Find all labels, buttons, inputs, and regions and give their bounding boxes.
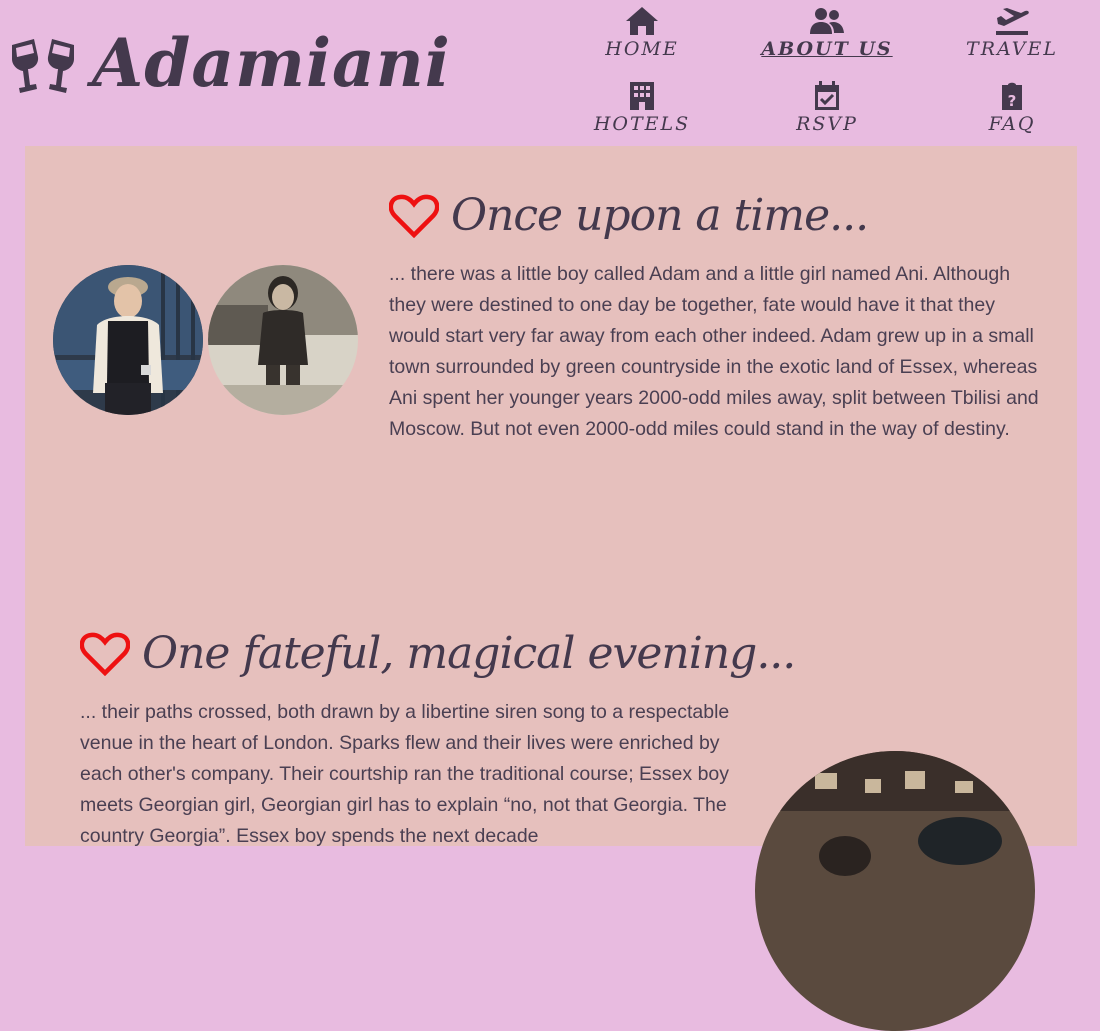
nav-faq[interactable]: ? FAQ bbox=[920, 81, 1100, 135]
nav-about-us-label: ABOUT US bbox=[761, 38, 893, 60]
heart-icon bbox=[389, 194, 439, 238]
heart-icon bbox=[80, 632, 130, 676]
section-title-text: Once upon a time... bbox=[451, 190, 869, 241]
main-nav: HOME ABOUT US TRAVEL HOTELS RSVP ? FAQ bbox=[550, 0, 1100, 146]
nav-about-us[interactable]: ABOUT US bbox=[735, 6, 919, 60]
section-title-text: One fateful, magical evening... bbox=[142, 628, 796, 679]
nav-rsvp-label: RSVP bbox=[796, 113, 858, 135]
nav-hotels[interactable]: HOTELS bbox=[550, 81, 734, 135]
calendar-check-icon bbox=[815, 81, 839, 110]
plane-departure-icon bbox=[996, 8, 1029, 35]
svg-text:?: ? bbox=[1008, 92, 1017, 110]
nav-home[interactable]: HOME bbox=[550, 6, 734, 60]
photo-young-adam bbox=[53, 265, 203, 415]
site-header: Adamiani HOME ABOUT US TRAVEL HOTELS RSV… bbox=[0, 0, 1100, 146]
section-fateful-evening-body: ... their paths crossed, both drawn by a… bbox=[80, 701, 730, 847]
nav-rsvp[interactable]: RSVP bbox=[735, 81, 919, 135]
users-icon bbox=[810, 8, 844, 34]
clipboard-question-icon: ? bbox=[1002, 82, 1022, 110]
nav-faq-label: FAQ bbox=[988, 113, 1036, 135]
brand[interactable]: Adamiani bbox=[8, 30, 451, 96]
wine-glasses-icon bbox=[12, 39, 74, 93]
nav-travel[interactable]: TRAVEL bbox=[920, 6, 1100, 60]
nav-travel-label: TRAVEL bbox=[966, 38, 1058, 60]
section-fateful-evening-title: One fateful, magical evening... bbox=[80, 628, 796, 679]
section-once-upon-a-time-title: Once upon a time... bbox=[389, 190, 869, 241]
photo-couple bbox=[755, 751, 1035, 1031]
hotel-icon bbox=[630, 82, 654, 110]
nav-hotels-label: HOTELS bbox=[593, 113, 691, 135]
photo-young-ani bbox=[208, 265, 358, 415]
brand-name: Adamiani bbox=[92, 24, 451, 102]
home-icon bbox=[626, 7, 658, 35]
nav-home-label: HOME bbox=[605, 38, 679, 60]
section-once-upon-a-time-body: ... there was a little boy called Adam a… bbox=[389, 263, 1039, 440]
about-us-card: Once upon a time... ... there was a litt… bbox=[25, 146, 1077, 1031]
